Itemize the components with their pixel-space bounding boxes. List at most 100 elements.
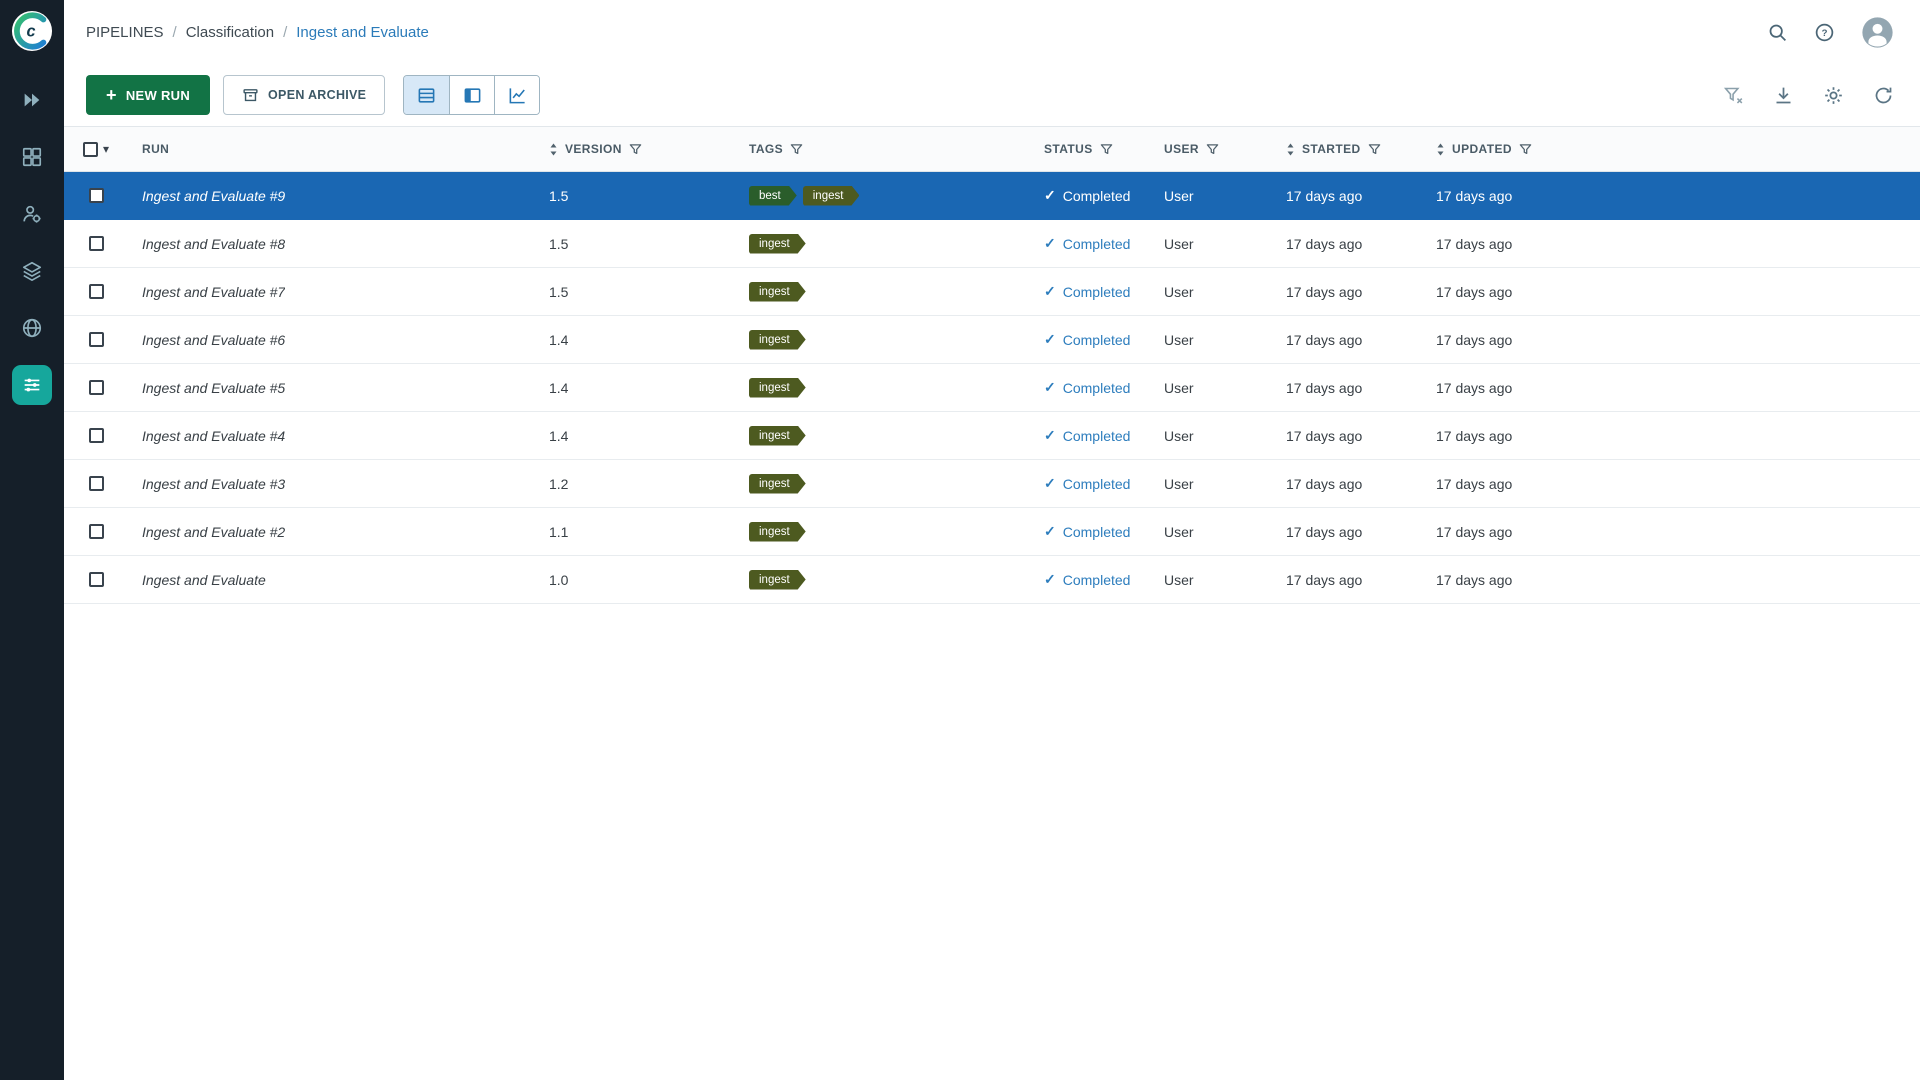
refresh-icon xyxy=(1873,85,1894,106)
clear-filters-button[interactable] xyxy=(1723,85,1744,106)
column-header-updated[interactable]: UPDATED xyxy=(1422,142,1920,156)
version-cell: 1.4 xyxy=(535,332,735,348)
column-header-user[interactable]: USER xyxy=(1150,142,1272,156)
tag-ingest: ingest xyxy=(803,186,860,206)
sidebar-item-projects[interactable] xyxy=(12,80,52,120)
filter-icon[interactable] xyxy=(790,143,803,156)
breadcrumb-project[interactable]: Classification xyxy=(186,24,274,41)
fast-forward-icon xyxy=(21,89,43,111)
sidebar-item-workers[interactable] xyxy=(12,194,52,234)
tag-ingest: ingest xyxy=(749,330,806,350)
status-cell: ✓ Completed xyxy=(1030,523,1150,540)
plus-icon: + xyxy=(106,86,117,104)
row-checkbox[interactable] xyxy=(89,332,104,347)
column-header-tags[interactable]: TAGS xyxy=(735,142,1030,156)
table-view-button[interactable] xyxy=(404,76,449,114)
new-run-button[interactable]: + NEW RUN xyxy=(86,75,210,115)
started-cell: 17 days ago xyxy=(1272,236,1422,252)
row-checkbox-cell xyxy=(64,332,128,347)
breadcrumb-current-page: Ingest and Evaluate xyxy=(296,24,429,41)
filter-icon[interactable] xyxy=(629,143,642,156)
filter-icon[interactable] xyxy=(1206,143,1219,156)
check-icon: ✓ xyxy=(1044,283,1056,300)
user-cell: User xyxy=(1150,188,1272,204)
check-icon: ✓ xyxy=(1044,379,1056,396)
run-name[interactable]: Ingest and Evaluate #7 xyxy=(142,284,285,300)
split-view-button[interactable] xyxy=(449,76,494,114)
table-row[interactable]: Ingest and Evaluate #6 1.4 ingest ✓ Comp… xyxy=(64,316,1920,364)
row-checkbox[interactable] xyxy=(89,236,104,251)
run-name[interactable]: Ingest and Evaluate #9 xyxy=(142,188,285,204)
user-cell: User xyxy=(1150,524,1272,540)
column-label-run: RUN xyxy=(142,142,169,156)
row-checkbox[interactable] xyxy=(89,572,104,587)
sort-icon[interactable] xyxy=(1436,143,1445,156)
sidebar-item-hyper-datasets[interactable] xyxy=(12,308,52,348)
tags-cell: ingest xyxy=(735,282,1030,302)
help-button[interactable]: ? xyxy=(1814,22,1835,43)
run-name[interactable]: Ingest and Evaluate #4 xyxy=(142,428,285,444)
column-header-status[interactable]: STATUS xyxy=(1030,142,1150,156)
version-cell: 1.4 xyxy=(535,428,735,444)
tags-cell: ingest xyxy=(735,330,1030,350)
updated-cell: 17 days ago xyxy=(1422,524,1920,540)
table-row[interactable]: Ingest and Evaluate #9 1.5 bestingest ✓ … xyxy=(64,172,1920,220)
search-button[interactable] xyxy=(1767,22,1788,43)
row-checkbox[interactable] xyxy=(89,476,104,491)
row-checkbox[interactable] xyxy=(89,380,104,395)
row-checkbox-cell xyxy=(64,572,128,587)
open-archive-button[interactable]: OPEN ARCHIVE xyxy=(223,75,385,115)
settings-button[interactable] xyxy=(1823,85,1844,106)
column-header-version[interactable]: VERSION xyxy=(535,142,735,156)
filter-icon[interactable] xyxy=(1100,143,1113,156)
row-checkbox[interactable] xyxy=(89,284,104,299)
run-cell: Ingest and Evaluate #4 xyxy=(128,428,535,444)
updated-cell: 17 days ago xyxy=(1422,188,1920,204)
sidebar-item-reports[interactable] xyxy=(12,137,52,177)
table-row[interactable]: Ingest and Evaluate #5 1.4 ingest ✓ Comp… xyxy=(64,364,1920,412)
sidebar-item-pipelines[interactable] xyxy=(12,365,52,405)
filter-reset-icon xyxy=(1723,85,1744,106)
status-cell: ✓ Completed xyxy=(1030,427,1150,444)
filter-icon[interactable] xyxy=(1519,143,1532,156)
auto-refresh-button[interactable] xyxy=(1873,85,1894,106)
run-name[interactable]: Ingest and Evaluate xyxy=(142,572,266,588)
table-row[interactable]: Ingest and Evaluate #7 1.5 ingest ✓ Comp… xyxy=(64,268,1920,316)
breadcrumb-pipelines[interactable]: PIPELINES xyxy=(86,24,164,41)
table-row[interactable]: Ingest and Evaluate #3 1.2 ingest ✓ Comp… xyxy=(64,460,1920,508)
clearml-logo[interactable]: c xyxy=(11,10,53,52)
user-avatar[interactable] xyxy=(1861,16,1894,49)
sort-icon[interactable] xyxy=(1286,143,1295,156)
table-row[interactable]: Ingest and Evaluate 1.0 ingest ✓ Complet… xyxy=(64,556,1920,604)
table-row[interactable]: Ingest and Evaluate #8 1.5 ingest ✓ Comp… xyxy=(64,220,1920,268)
row-checkbox[interactable] xyxy=(89,428,104,443)
row-checkbox-cell xyxy=(64,476,128,491)
run-name[interactable]: Ingest and Evaluate #2 xyxy=(142,524,285,540)
sort-icon[interactable] xyxy=(549,143,558,156)
version-cell: 1.5 xyxy=(535,284,735,300)
updated-cell: 17 days ago xyxy=(1422,380,1920,396)
version-cell: 1.0 xyxy=(535,572,735,588)
column-header-started[interactable]: STARTED xyxy=(1272,142,1422,156)
select-all-checkbox[interactable] xyxy=(83,142,98,157)
run-name[interactable]: Ingest and Evaluate #5 xyxy=(142,380,285,396)
filter-icon[interactable] xyxy=(1368,143,1381,156)
sidebar-item-datasets[interactable] xyxy=(12,251,52,291)
table-row[interactable]: Ingest and Evaluate #4 1.4 ingest ✓ Comp… xyxy=(64,412,1920,460)
chart-view-button[interactable] xyxy=(494,76,539,114)
table-row[interactable]: Ingest and Evaluate #2 1.1 ingest ✓ Comp… xyxy=(64,508,1920,556)
run-name[interactable]: Ingest and Evaluate #6 xyxy=(142,332,285,348)
row-checkbox[interactable] xyxy=(89,188,104,203)
download-button[interactable] xyxy=(1773,85,1794,106)
table-body: Ingest and Evaluate #9 1.5 bestingest ✓ … xyxy=(64,172,1920,604)
row-checkbox[interactable] xyxy=(89,524,104,539)
run-name[interactable]: Ingest and Evaluate #8 xyxy=(142,236,285,252)
breadcrumb-separator: / xyxy=(283,24,287,41)
select-menu-caret-icon[interactable]: ▾ xyxy=(103,143,109,155)
tag-ingest: ingest xyxy=(749,234,806,254)
user-cell: User xyxy=(1150,428,1272,444)
status-label: Completed xyxy=(1063,572,1131,588)
run-name[interactable]: Ingest and Evaluate #3 xyxy=(142,476,285,492)
column-header-run[interactable]: RUN xyxy=(128,142,535,156)
status-cell: ✓ Completed xyxy=(1030,283,1150,300)
